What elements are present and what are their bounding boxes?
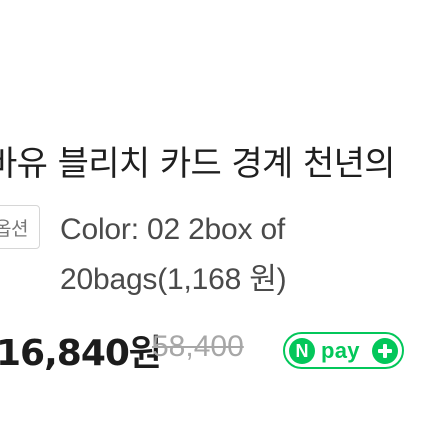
product-title: 바유 블리치 카드 경계 천년의 (0, 144, 396, 184)
npay-button[interactable]: N pay (283, 332, 404, 369)
sale-price: 16,840원 (0, 333, 162, 374)
original-price: 58,400 (152, 330, 244, 363)
product-detail-viewport: 바유 블리치 카드 경계 천년의 옵션 Color: 02 2box of 20… (0, 0, 421, 421)
naver-n-icon: N (289, 337, 315, 364)
price-row: 16,840원 58,400 N pay (0, 324, 421, 380)
option-value-text: Color: 02 2box of 20bags(1,168 원) (60, 213, 287, 296)
plus-icon (372, 337, 398, 364)
npay-label: pay (321, 337, 360, 363)
option-tag-label: 옵션 (0, 205, 40, 249)
selected-option-row: 옵션 Color: 02 2box of 20bags(1,168 원) (0, 205, 421, 315)
